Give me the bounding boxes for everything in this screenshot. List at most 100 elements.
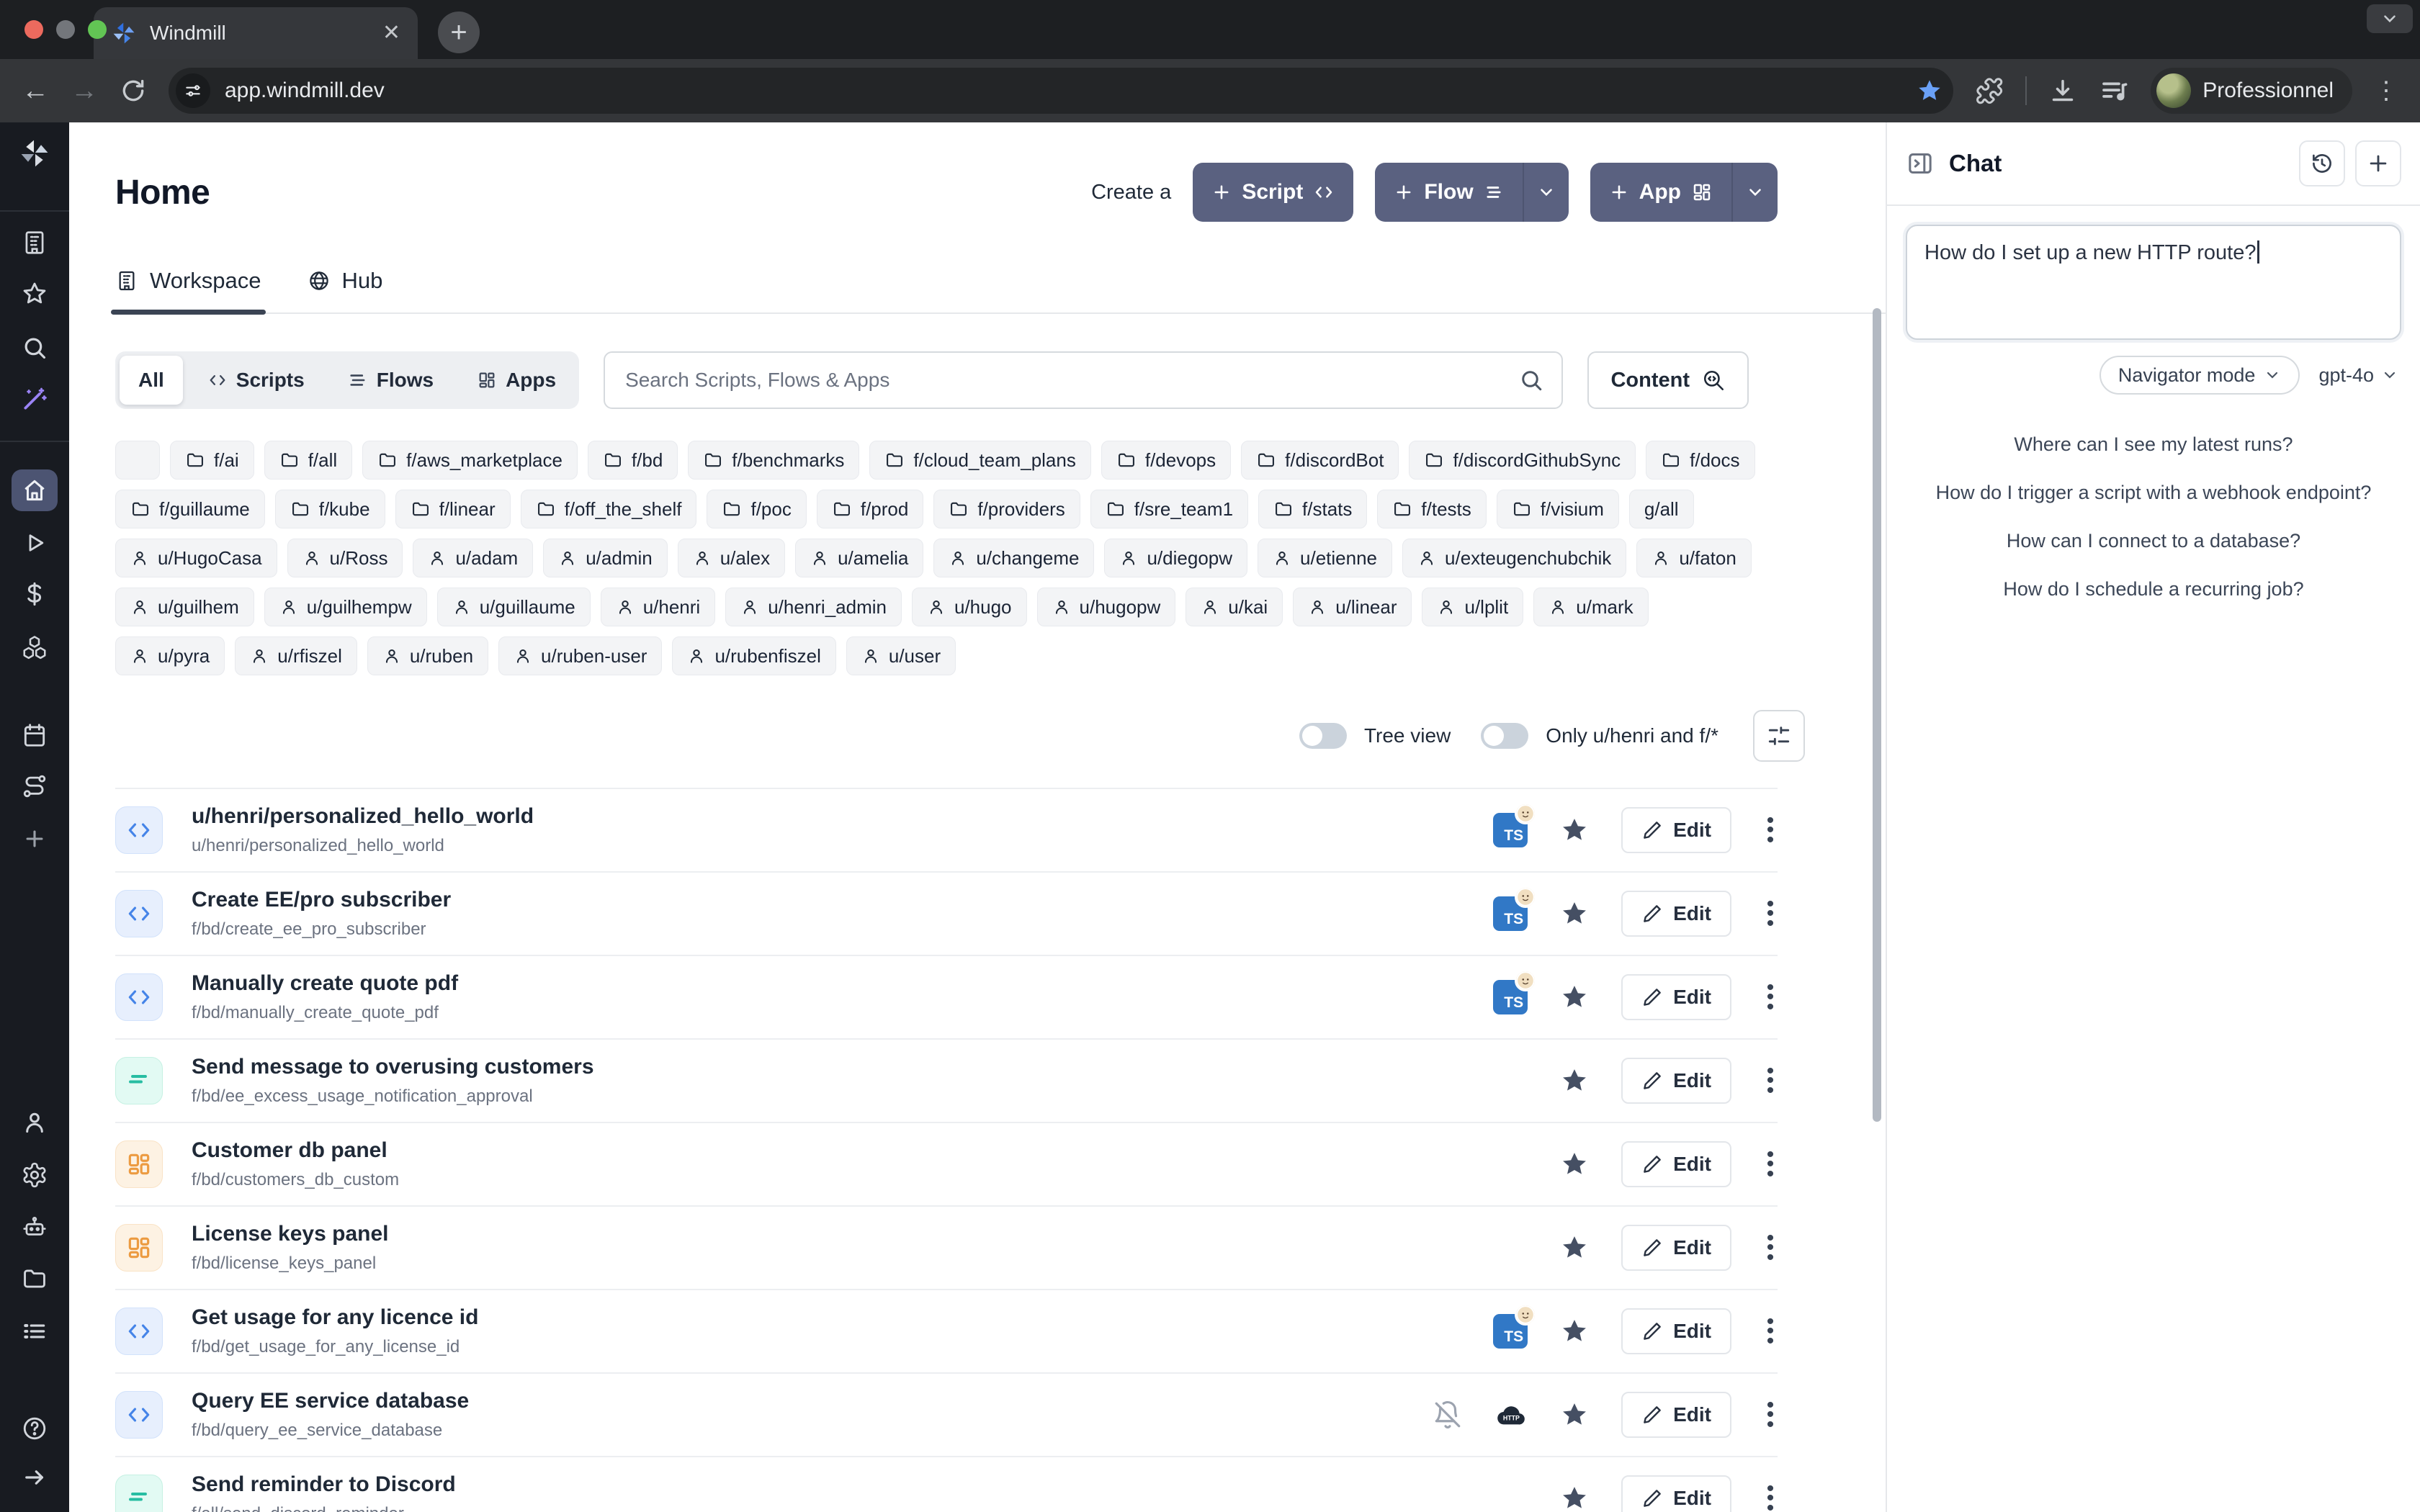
edit-button[interactable]: Edit	[1621, 1058, 1731, 1104]
folders-icon[interactable]	[12, 1258, 58, 1300]
filter-chip[interactable]: u/lplit	[1422, 588, 1523, 626]
new-tab-button[interactable]: +	[438, 12, 480, 53]
forward-icon[interactable]: →	[71, 77, 98, 104]
filter-chip[interactable]: f/prod	[817, 490, 924, 528]
flow-dropdown-chevron[interactable]	[1523, 163, 1569, 222]
home-icon[interactable]	[12, 469, 58, 511]
list-item[interactable]: Manually create quote pdf f/bd/manually_…	[115, 955, 1778, 1038]
item-menu-kebab-icon[interactable]: •••	[1763, 1400, 1778, 1430]
filter-chip[interactable]: f/bd	[588, 441, 678, 480]
chat-suggestion[interactable]: Where can I see my latest runs?	[2014, 433, 2293, 456]
list-item[interactable]: u/henri/personalized_hello_world u/henri…	[115, 788, 1778, 871]
tab-hub[interactable]: Hub	[308, 268, 383, 312]
filter-chip[interactable]: u/mark	[1533, 588, 1648, 626]
segment-scripts[interactable]: Scripts	[189, 356, 323, 405]
filter-chip[interactable]: u/admin	[543, 539, 668, 577]
runs-play-icon[interactable]	[12, 522, 58, 564]
favorite-star-icon[interactable]	[1559, 1400, 1590, 1430]
favorite-star-icon[interactable]	[1559, 1149, 1590, 1179]
filter-chip[interactable]: g/all	[1629, 490, 1694, 528]
list-item[interactable]: Send reminder to Discord f/all/send_disc…	[115, 1456, 1778, 1512]
filter-chip[interactable]: f/stats	[1258, 490, 1367, 528]
collapse-panel-icon[interactable]	[1906, 149, 1935, 178]
item-menu-kebab-icon[interactable]: •••	[1763, 1150, 1778, 1179]
filter-chip[interactable]: u/hugopw	[1037, 588, 1176, 626]
window-controls[interactable]	[24, 20, 107, 39]
edit-button[interactable]: Edit	[1621, 1308, 1731, 1354]
browser-profile-button[interactable]: Professionnel	[2151, 68, 2352, 114]
edit-button[interactable]: Edit	[1621, 1225, 1731, 1271]
edit-button[interactable]: Edit	[1621, 1475, 1731, 1512]
favorite-star-icon[interactable]	[1559, 1316, 1590, 1346]
playlist-icon[interactable]	[2099, 76, 2129, 106]
filter-chip[interactable]: u/etienne	[1258, 539, 1392, 577]
filter-chip[interactable]: u/henri_admin	[725, 588, 902, 626]
back-icon[interactable]: ←	[22, 77, 49, 104]
filter-chip[interactable]: u/alex	[678, 539, 785, 577]
user-icon[interactable]	[12, 1102, 58, 1143]
filter-chip[interactable]: f/off_the_shelf	[521, 490, 697, 528]
favorite-star-icon[interactable]	[1559, 815, 1590, 845]
workspace-building-icon[interactable]	[12, 222, 58, 264]
filter-chip[interactable]: f/visium	[1497, 490, 1619, 528]
create-app-button[interactable]: App	[1590, 163, 1778, 222]
download-icon[interactable]	[2048, 76, 2077, 105]
filter-chip[interactable]: u/diegopw	[1104, 539, 1247, 577]
item-menu-kebab-icon[interactable]: •••	[1763, 983, 1778, 1012]
search-input[interactable]	[625, 369, 1518, 392]
close-icon[interactable]: ✕	[382, 22, 400, 44]
extensions-icon[interactable]	[1975, 76, 2004, 105]
windmill-logo[interactable]	[12, 132, 58, 174]
filter-chip[interactable]: u/kai	[1186, 588, 1283, 626]
item-menu-kebab-icon[interactable]: •••	[1763, 1317, 1778, 1346]
filter-chip[interactable]: f/discordBot	[1241, 441, 1399, 480]
filter-chip[interactable]: u/changeme	[933, 539, 1094, 577]
display-settings-button[interactable]	[1753, 710, 1805, 762]
filter-chip[interactable]: f/kube	[275, 490, 385, 528]
app-dropdown-chevron[interactable]	[1731, 163, 1778, 222]
filter-chip[interactable]: u/user	[846, 636, 956, 675]
edit-button[interactable]: Edit	[1621, 974, 1731, 1020]
filter-chip[interactable]: u/guilhempw	[264, 588, 427, 626]
window-close-button[interactable]	[24, 20, 43, 39]
filter-chip[interactable]: u/guilhem	[115, 588, 254, 626]
url-bar[interactable]: app.windmill.dev	[169, 68, 1953, 114]
edit-button[interactable]: Edit	[1621, 1392, 1731, 1438]
favorite-star-icon[interactable]	[1559, 1483, 1590, 1512]
resources-boxes-icon[interactable]	[12, 626, 58, 668]
favorite-star-icon[interactable]	[1559, 982, 1590, 1012]
help-icon[interactable]	[12, 1408, 58, 1449]
variables-dollar-icon[interactable]	[12, 573, 58, 615]
expand-arrow-icon[interactable]	[12, 1457, 58, 1498]
filter-chip[interactable]: u/hugo	[912, 588, 1027, 626]
filter-chip[interactable]: f/sre_team1	[1090, 490, 1248, 528]
filter-chip[interactable]: u/faton	[1636, 539, 1752, 577]
filter-chip[interactable]: f/linear	[395, 490, 511, 528]
chevron-down-icon[interactable]	[2367, 4, 2413, 33]
create-plus-icon[interactable]	[12, 818, 58, 860]
filter-chip[interactable]	[115, 441, 160, 480]
filter-chip[interactable]: f/ai	[170, 441, 254, 480]
item-menu-kebab-icon[interactable]: •••	[1763, 1484, 1778, 1512]
filter-chip[interactable]: u/rubenfiszel	[672, 636, 835, 675]
filter-chip[interactable]: u/henri	[601, 588, 716, 626]
filter-chip[interactable]: u/pyra	[115, 636, 225, 675]
list-item[interactable]: Create EE/pro subscriber f/bd/create_ee_…	[115, 871, 1778, 955]
logs-list-icon[interactable]	[12, 1310, 58, 1352]
item-menu-kebab-icon[interactable]: •••	[1763, 816, 1778, 845]
edit-button[interactable]: Edit	[1621, 807, 1731, 853]
chat-suggestion[interactable]: How do I schedule a recurring job?	[2003, 578, 2303, 600]
tree-view-toggle[interactable]	[1299, 723, 1347, 749]
filter-chip[interactable]: f/tests	[1377, 490, 1486, 528]
browser-menu-kebab-icon[interactable]: ⋮	[2374, 76, 2398, 105]
segment-all[interactable]: All	[120, 356, 183, 405]
segment-apps[interactable]: Apps	[458, 356, 575, 405]
filter-chip[interactable]: u/guillaume	[437, 588, 591, 626]
schedules-calendar-icon[interactable]	[12, 714, 58, 756]
filter-chip[interactable]: u/ruben-user	[498, 636, 662, 675]
filter-chip[interactable]: u/rfiszel	[235, 636, 357, 675]
list-item[interactable]: Customer db panel f/bd/customers_db_cust…	[115, 1122, 1778, 1205]
create-script-button[interactable]: Script	[1193, 163, 1353, 222]
filter-chip[interactable]: f/poc	[707, 490, 806, 528]
favorite-star-icon[interactable]	[1559, 1066, 1590, 1096]
